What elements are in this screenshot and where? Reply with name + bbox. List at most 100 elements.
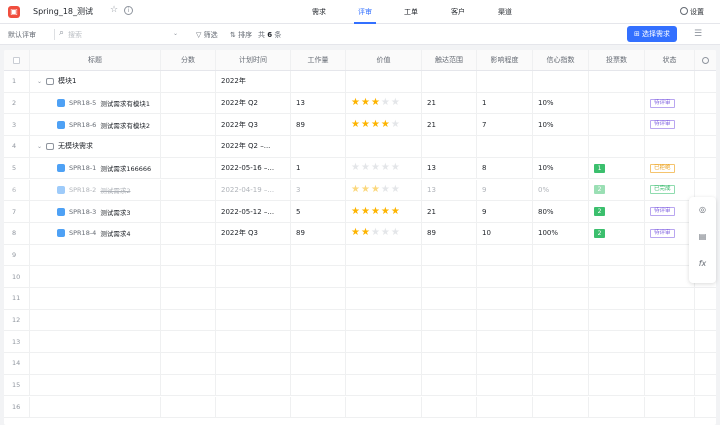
column-header-status[interactable]: 状态 xyxy=(645,50,695,70)
column-settings[interactable] xyxy=(695,50,716,70)
reach-cell[interactable]: 21 xyxy=(422,201,477,222)
requirement-title[interactable]: 测试需求有模块2 xyxy=(100,120,150,130)
star-icon[interactable]: ★ xyxy=(361,119,370,130)
requirement-title[interactable]: 测试需求2 xyxy=(100,185,130,195)
value-rating[interactable]: ★ ★ ★ ★ ★ xyxy=(346,201,422,222)
plan-cell[interactable]: 2022-05-12 –... xyxy=(216,201,291,222)
table-row[interactable]: 7 SPR18-3 测试需求3 2022-05-12 –... 5 ★ ★ ★ ★ ★ 21 9 80%… xyxy=(4,201,716,223)
star-icon[interactable]: ★ xyxy=(391,184,400,195)
group-title-cell[interactable]: ⌄ 无模块需求 xyxy=(30,136,161,157)
star-icon[interactable]: ★ xyxy=(351,206,360,217)
title-cell[interactable]: SPR18-5 测试需求有模块1 xyxy=(30,92,161,114)
requirement-code[interactable]: SPR18-6 xyxy=(69,121,96,129)
star-icon[interactable]: ★ xyxy=(351,98,360,108)
star-icon[interactable]: ★ xyxy=(351,228,360,238)
select-requirements-button[interactable]: ⊞ 选择需求 xyxy=(627,26,677,42)
value-rating[interactable]: ★ ★ ★ ★ ★ xyxy=(346,92,422,114)
table-row[interactable]: 2 SPR18-5 测试需求有模块1 2022年 Q2 13 ★ ★ ★ ★ ★ 21 1 10% 待评审 xyxy=(4,92,716,115)
effort-cell[interactable]: 5 xyxy=(291,201,346,222)
star-icon[interactable]: ★ xyxy=(371,119,380,130)
tab-review[interactable]: 评审 xyxy=(352,0,378,24)
effort-cell[interactable]: 89 xyxy=(291,222,346,244)
star-icon[interactable]: ★ xyxy=(371,228,380,238)
star-icon[interactable]: ★ xyxy=(351,163,360,173)
status-badge[interactable]: 已拒绝 xyxy=(650,163,675,173)
impact-cell[interactable]: 9 xyxy=(477,201,533,222)
column-header-reach[interactable]: 触达范围 xyxy=(422,50,477,70)
requirement-code[interactable]: SPR18-4 xyxy=(69,229,96,237)
status-badge[interactable]: 待评审 xyxy=(650,120,675,130)
value-rating[interactable]: ★ ★ ★ ★ ★ xyxy=(346,114,422,136)
group-chevron-down-icon[interactable]: ⌄ xyxy=(37,78,42,85)
score-cell[interactable] xyxy=(161,157,216,179)
plan-cell[interactable]: 2022年 Q3 xyxy=(216,222,291,244)
plan-cell[interactable]: 2022-05-16 –... xyxy=(216,157,291,179)
score-cell[interactable] xyxy=(161,114,216,136)
star-icon[interactable]: ★ xyxy=(371,206,380,217)
status-cell[interactable]: 待评审 xyxy=(645,114,695,136)
group-chevron-down-icon[interactable]: ⌄ xyxy=(37,143,42,150)
impact-cell[interactable]: 7 xyxy=(477,114,533,136)
column-header-confidence[interactable]: 信心指数 xyxy=(533,50,589,70)
effort-cell[interactable]: 1 xyxy=(291,157,346,179)
title-cell[interactable]: SPR18-4 测试需求4 xyxy=(30,222,161,244)
status-cell[interactable]: 待评审 xyxy=(645,222,695,244)
score-cell[interactable] xyxy=(161,179,216,201)
requirement-title[interactable]: 测试需求166666 xyxy=(100,163,151,173)
star-icon[interactable]: ★ xyxy=(371,184,380,195)
tab-customers[interactable]: 客户 xyxy=(449,0,467,24)
effort-cell[interactable]: 13 xyxy=(291,92,346,114)
sort-button[interactable]: ⇅ 排序 xyxy=(230,30,252,40)
status-cell[interactable]: 已完成 xyxy=(645,179,695,201)
column-header-title[interactable]: 标题 xyxy=(30,50,161,70)
star-icon[interactable]: ☆ xyxy=(110,5,118,15)
table-row[interactable]: 8 SPR18-4 测试需求4 2022年 Q3 89 ★ ★ ★ ★ ★ 89 10 100% 2 待评审 xyxy=(4,222,716,245)
group-row[interactable]: 4 ⌄ 无模块需求 2022年 Q2 –... xyxy=(4,136,716,158)
column-header-effort[interactable]: 工作量 xyxy=(291,50,346,70)
confidence-cell[interactable]: 10% xyxy=(533,157,589,179)
effort-cell[interactable]: 89 xyxy=(291,114,346,136)
star-icon[interactable]: ★ xyxy=(381,119,390,130)
star-icon[interactable]: ★ xyxy=(391,119,400,130)
table-row[interactable]: 6 SPR18-2 测试需求2 2022-04-19 –... 3 ★ ★ ★ ★ ★ 13 9 0% 2… xyxy=(4,179,716,202)
requirement-code[interactable]: SPR18-3 xyxy=(69,208,96,216)
tab-tickets[interactable]: 工单 xyxy=(402,0,420,24)
status-badge[interactable]: 待评审 xyxy=(650,228,675,238)
star-icon[interactable]: ★ xyxy=(361,184,370,195)
requirement-code[interactable]: SPR18-5 xyxy=(69,99,96,107)
status-badge[interactable]: 待评审 xyxy=(650,207,675,217)
confidence-cell[interactable]: 0% xyxy=(533,179,589,201)
star-icon[interactable]: ★ xyxy=(361,206,370,217)
requirement-title[interactable]: 测试需求有模块1 xyxy=(100,98,150,108)
votes-cell[interactable] xyxy=(589,92,645,114)
title-cell[interactable]: SPR18-6 测试需求有模块2 xyxy=(30,114,161,136)
requirement-code[interactable]: SPR18-2 xyxy=(69,186,96,194)
tab-requirements[interactable]: 需求 xyxy=(310,0,328,24)
search-input[interactable] xyxy=(68,28,178,41)
votes-cell[interactable] xyxy=(589,114,645,136)
star-icon[interactable]: ★ xyxy=(351,119,360,130)
column-header-votes[interactable]: 投票数 xyxy=(589,50,645,70)
effort-cell[interactable]: 3 xyxy=(291,179,346,201)
project-title[interactable]: Spring_18_测试 xyxy=(33,6,93,17)
title-cell[interactable]: SPR18-2 测试需求2 xyxy=(30,179,161,201)
score-cell[interactable] xyxy=(161,222,216,244)
star-icon[interactable]: ★ xyxy=(381,184,390,195)
value-rating[interactable]: ★ ★ ★ ★ ★ xyxy=(346,222,422,244)
star-icon[interactable]: ★ xyxy=(371,98,380,108)
header-select-all[interactable] xyxy=(4,50,30,70)
target-icon[interactable]: ◎ xyxy=(689,205,716,214)
status-cell[interactable]: 已拒绝 xyxy=(645,157,695,179)
title-cell[interactable]: SPR18-3 测试需求3 xyxy=(30,201,161,222)
project-chevron-down-icon[interactable]: ⌄ xyxy=(88,6,94,14)
status-badge[interactable]: 已完成 xyxy=(650,185,675,195)
star-icon[interactable]: ★ xyxy=(361,228,370,238)
requirement-title[interactable]: 测试需求4 xyxy=(100,228,130,238)
requirement-title[interactable]: 测试需求3 xyxy=(100,207,130,217)
column-settings-icon[interactable] xyxy=(702,56,709,64)
star-icon[interactable]: ★ xyxy=(391,206,400,217)
star-icon[interactable]: ★ xyxy=(381,163,390,173)
votes-cell[interactable]: 2 xyxy=(589,179,645,201)
confidence-cell[interactable]: 10% xyxy=(533,92,589,114)
search-chevron-down-icon[interactable]: ⌄ xyxy=(173,30,178,37)
